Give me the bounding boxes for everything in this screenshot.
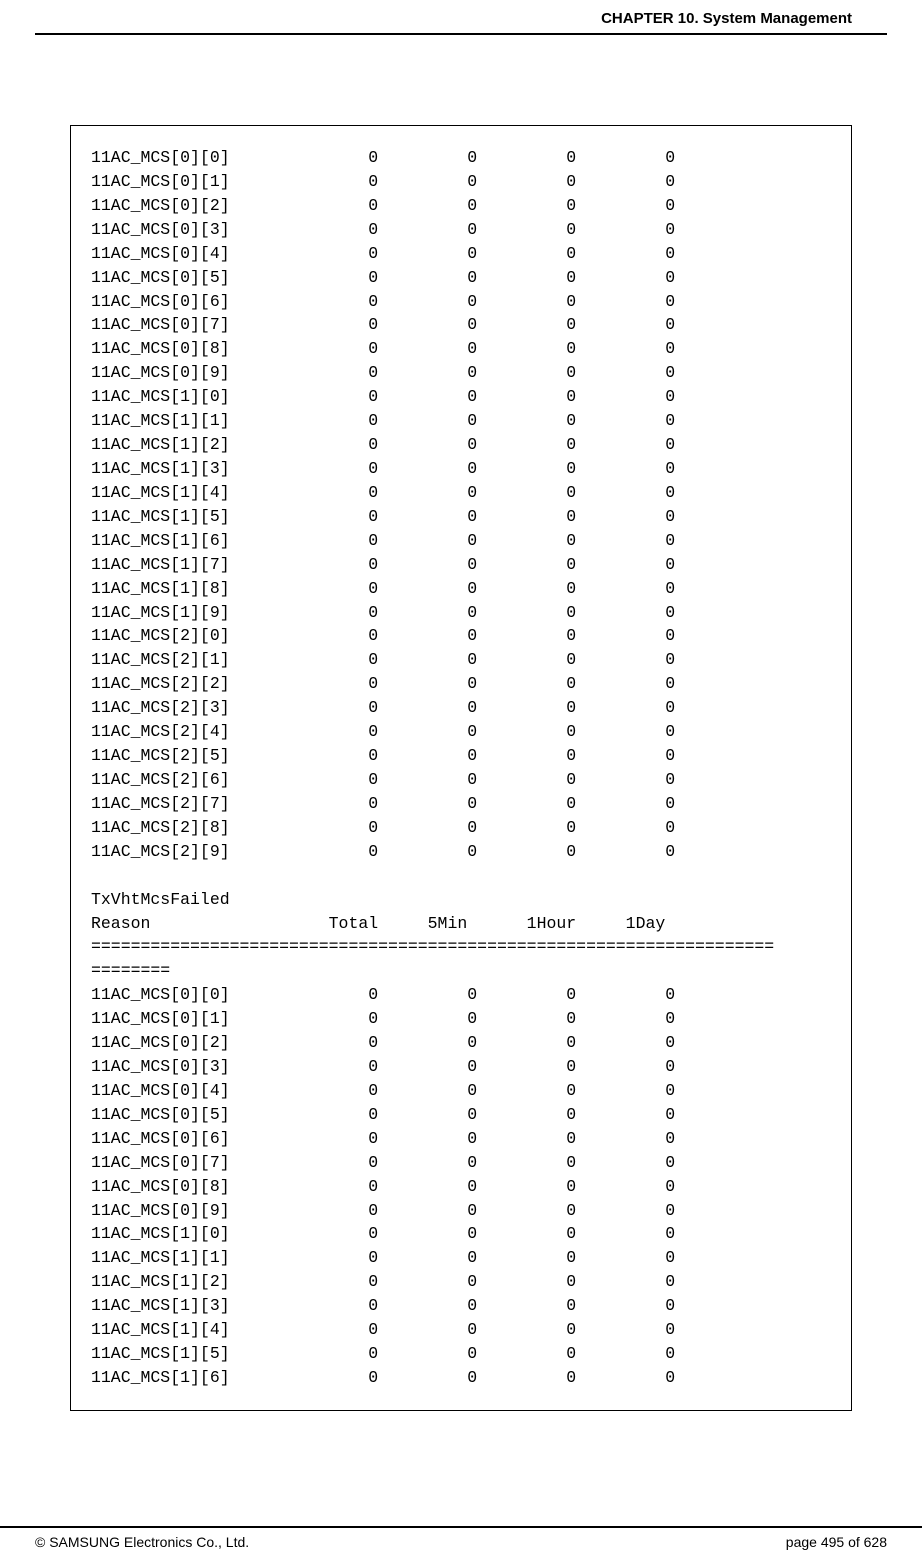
terminal-output-box: 11AC_MCS[0][0] 0 0 0 0 11AC_MCS[0][1] 0 … (70, 125, 852, 1411)
page-footer: © SAMSUNG Electronics Co., Ltd. page 495… (0, 1526, 922, 1550)
copyright-text: © SAMSUNG Electronics Co., Ltd. (35, 1534, 249, 1550)
page-header: CHAPTER 10. System Management (35, 0, 887, 35)
page-number: page 495 of 628 (786, 1534, 887, 1550)
chapter-title: CHAPTER 10. System Management (601, 10, 852, 27)
terminal-text: 11AC_MCS[0][0] 0 0 0 0 11AC_MCS[0][1] 0 … (91, 146, 831, 1390)
